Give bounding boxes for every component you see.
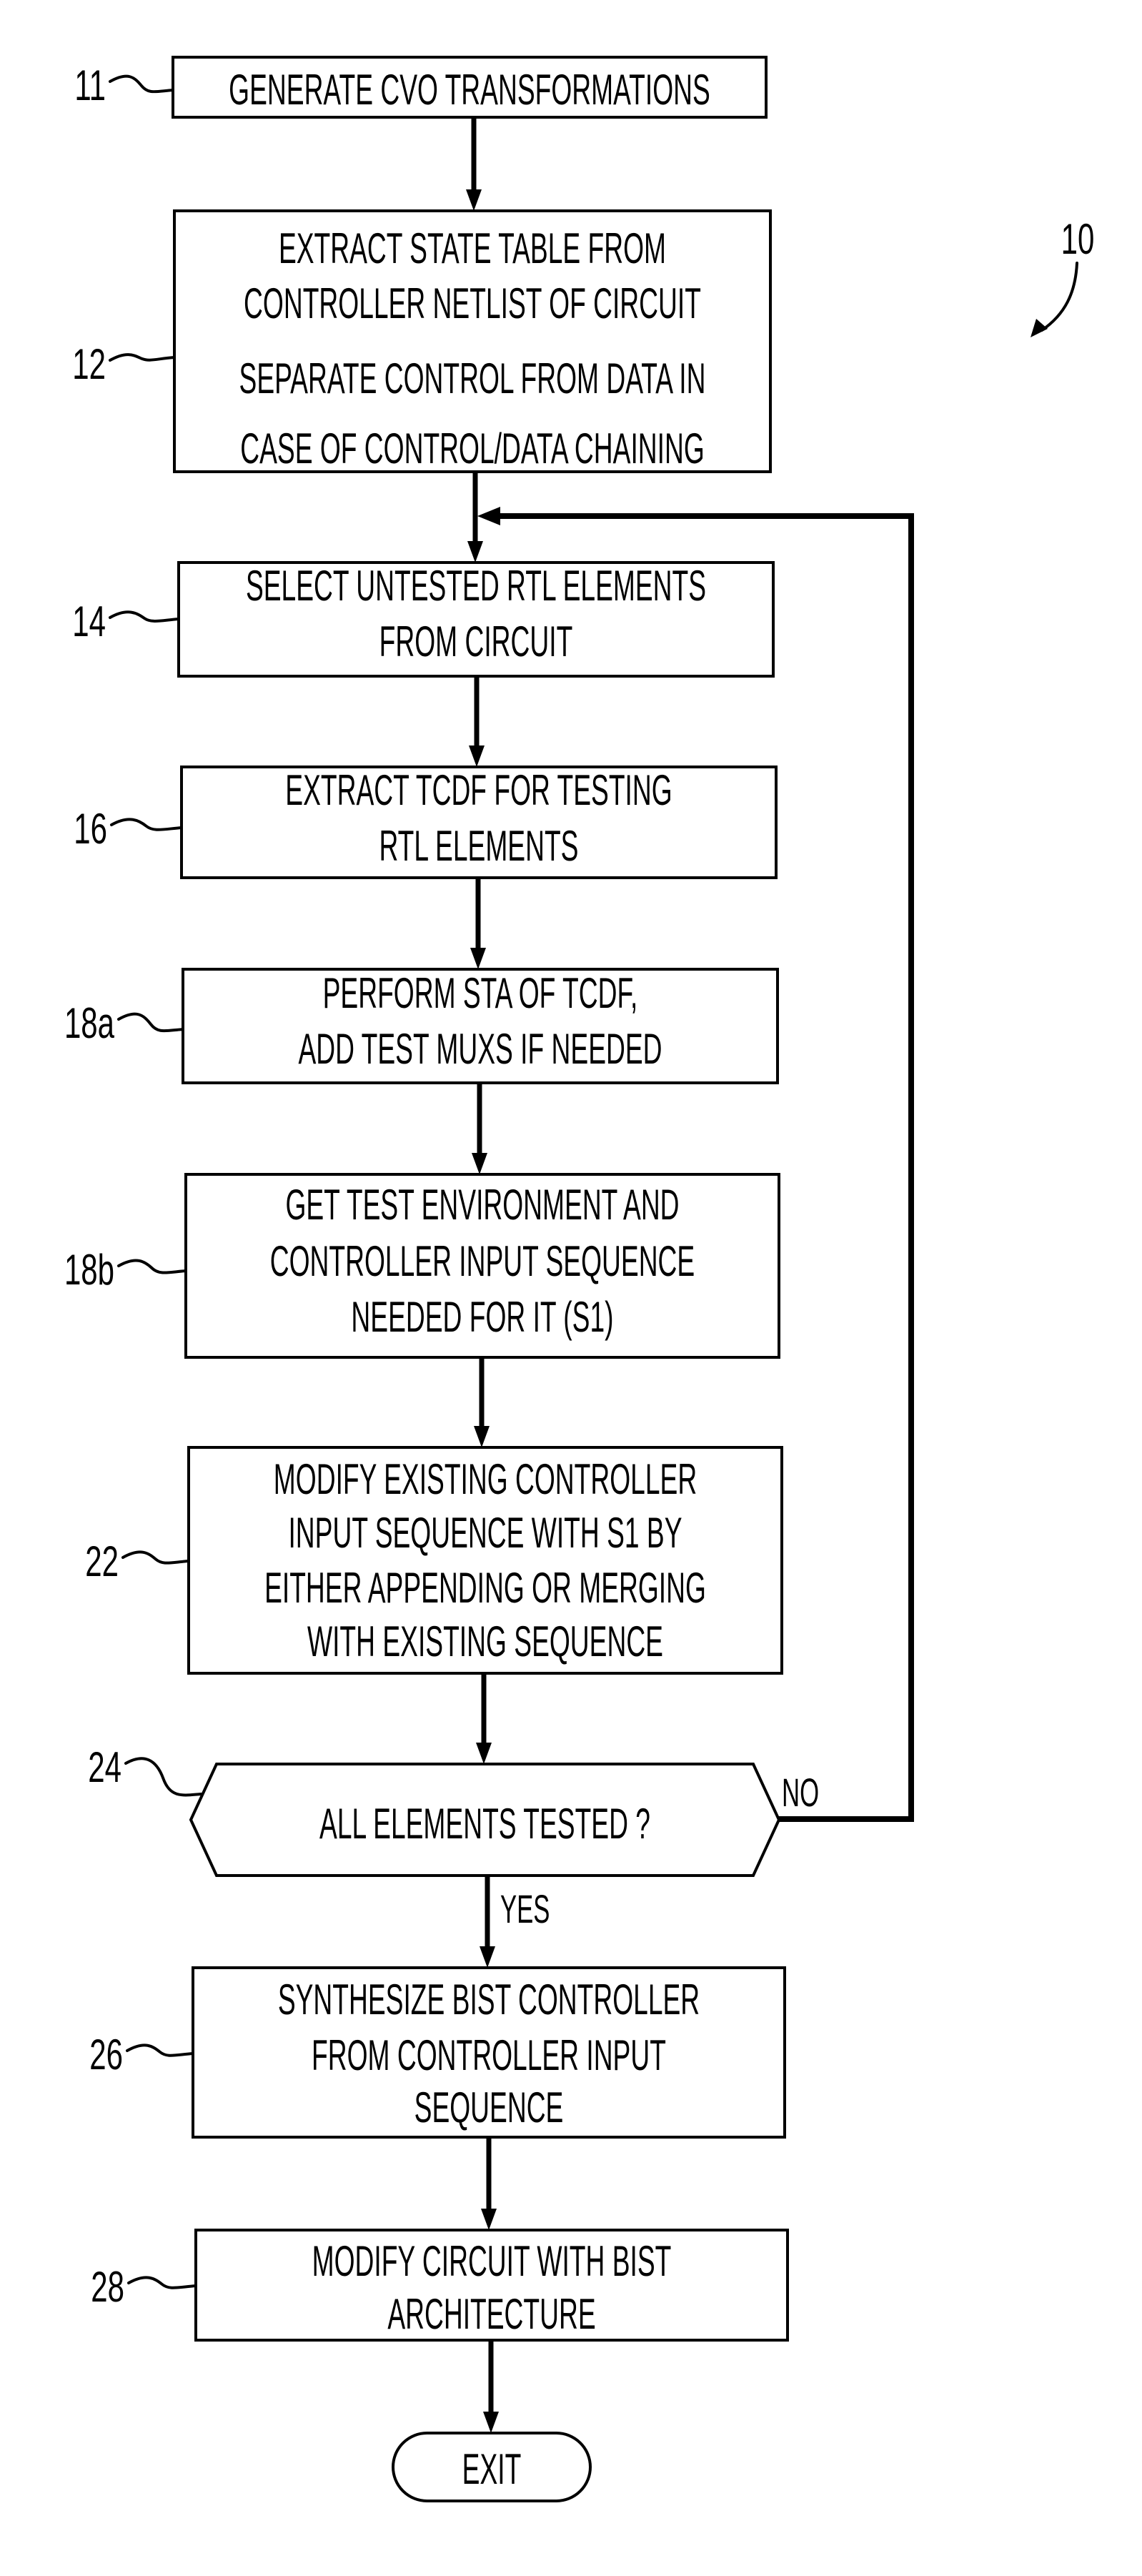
step-text-line: GENERATE CVO TRANSFORMATIONS — [229, 66, 710, 114]
figure-reference-arrow — [1041, 262, 1078, 332]
reference-numeral: 24 — [88, 1743, 121, 1791]
step-text-line: NEEDED FOR IT (S1) — [351, 1293, 613, 1341]
leader-tilde — [121, 1550, 190, 1565]
step-text-line: WITH EXISTING SEQUENCE — [307, 1618, 663, 1665]
reference-numeral: 18b — [64, 1246, 114, 1294]
arrowhead-down-icon — [467, 541, 483, 563]
reference-numeral: 22 — [85, 1537, 119, 1585]
flowchart-canvas: GENERATE CVO TRANSFORMATIONS EXTRACT STAT… — [64, 56, 1095, 2502]
edge-24-26-yes — [480, 1876, 495, 1968]
arrowhead-down-icon — [469, 745, 485, 767]
leader-tilde — [117, 1259, 187, 1274]
arrowhead-down-icon — [474, 1426, 490, 1447]
figure-reference-arrowhead-icon — [1031, 319, 1048, 337]
step-text-line: MODIFY CIRCUIT WITH BIST — [312, 2237, 672, 2285]
step-18b: GET TEST ENVIRONMENT AND CONTROLLER INPUT… — [184, 1173, 780, 1359]
arrowhead-down-icon — [470, 948, 486, 969]
step-text-line: CASE OF CONTROL/DATA CHAINING — [240, 425, 705, 472]
step-28: MODIFY CIRCUIT WITH BIST ARCHITECTURE — [194, 2229, 789, 2342]
arrowhead-down-icon — [483, 2412, 499, 2433]
leader-tilde — [109, 74, 174, 94]
step-11: GENERATE CVO TRANSFORMATIONS — [172, 56, 768, 119]
step-text-line: SELECT UNTESTED RTL ELEMENTS — [246, 562, 706, 610]
edge-18a-18b — [472, 1083, 487, 1174]
edge-22-24 — [476, 1673, 492, 1764]
step-text-line: EXTRACT STATE TABLE FROM — [279, 224, 666, 272]
step-text-line: FROM CIRCUIT — [379, 618, 573, 665]
step-text-line: SYNTHESIZE BIST CONTROLLER — [278, 1976, 700, 2023]
edge-14-16 — [469, 676, 485, 767]
step-24: ALL ELEMENTS TESTED ? — [189, 1763, 781, 1877]
step-22: MODIFY EXISTING CONTROLLER INPUT SEQUENCE… — [187, 1446, 783, 1675]
step-26: SYNTHESIZE BIST CONTROLLER FROM CONTROLLE… — [192, 1966, 786, 2139]
edge-18b-22 — [474, 1357, 490, 1447]
leader-tilde — [127, 2276, 197, 2289]
reference-numeral: 26 — [89, 2031, 123, 2079]
reference-numeral: 16 — [74, 805, 107, 853]
reference-numeral: 12 — [72, 340, 106, 388]
step-text-line: SEPARATE CONTROL FROM DATA IN — [239, 355, 706, 402]
step-text-line: EXTRACT TCDF FOR TESTING — [285, 766, 672, 814]
step-text-line: CONTROLLER INPUT SEQUENCE — [270, 1237, 695, 1285]
edge-11-12 — [466, 117, 482, 211]
step-text-line: EITHER APPENDING OR MERGING — [264, 1564, 706, 1612]
step-14: SELECT UNTESTED RTL ELEMENTS FROM CIRCUIT — [177, 561, 775, 678]
yes-branch-label: YES — [500, 1887, 550, 1932]
no-branch-label: NO — [782, 1770, 819, 1815]
arrowhead-left-icon — [477, 507, 500, 525]
step-text-line: EXIT — [462, 2445, 522, 2493]
arrowhead-down-icon — [476, 1743, 492, 1764]
leader-tilde — [109, 353, 176, 362]
step-text-line: MODIFY EXISTING CONTROLLER — [274, 1455, 697, 1503]
leader-tilde — [124, 1757, 202, 1797]
step-text-line: GET TEST ENVIRONMENT AND — [285, 1181, 679, 1229]
edge-28-exit — [483, 2340, 499, 2433]
step-text-line: SEQUENCE — [414, 2084, 564, 2131]
leader-tilde — [117, 1012, 184, 1033]
reference-numeral: 18a — [64, 999, 114, 1047]
arrowhead-down-icon — [481, 2209, 497, 2230]
arrowhead-down-icon — [480, 1946, 495, 1968]
edge-16-18a — [470, 878, 486, 969]
leader-tilde — [126, 2044, 194, 2057]
leader-tilde — [110, 818, 183, 831]
step-16: EXTRACT TCDF FOR TESTING RTL ELEMENTS — [180, 766, 778, 879]
edge-26-28 — [481, 2137, 497, 2230]
arrowhead-down-icon — [472, 1153, 487, 1174]
reference-numeral: 11 — [74, 61, 106, 109]
nodes-layer: GENERATE CVO TRANSFORMATIONS EXTRACT STAT… — [172, 56, 789, 2502]
step-text-line: RTL ELEMENTS — [379, 822, 578, 870]
step-text-line: ARCHITECTURE — [387, 2290, 595, 2338]
step-18a: PERFORM STA OF TCDF, ADD TEST MUXS IF NEE… — [182, 968, 779, 1084]
step-text-line: FROM CONTROLLER INPUT — [312, 2031, 666, 2079]
step-text-line: CONTROLLER NETLIST OF CIRCUIT — [244, 279, 701, 327]
step-text-line: ADD TEST MUXS IF NEEDED — [298, 1025, 662, 1073]
figure-reference-numeral: 10 — [1061, 215, 1095, 263]
step-12: EXTRACT STATE TABLE FROM CONTROLLER NETLI… — [173, 209, 772, 473]
leader-tilde — [109, 610, 180, 623]
arrowhead-down-icon — [466, 189, 482, 211]
step-text-line: PERFORM STA OF TCDF, — [323, 969, 638, 1017]
reference-numeral: 28 — [91, 2263, 124, 2311]
step-text-line: ALL ELEMENTS TESTED ? — [319, 1800, 650, 1848]
step-text-line: INPUT SEQUENCE WITH S1 BY — [288, 1509, 682, 1557]
step-exit: EXIT — [392, 2432, 592, 2502]
reference-numeral: 14 — [72, 598, 106, 645]
